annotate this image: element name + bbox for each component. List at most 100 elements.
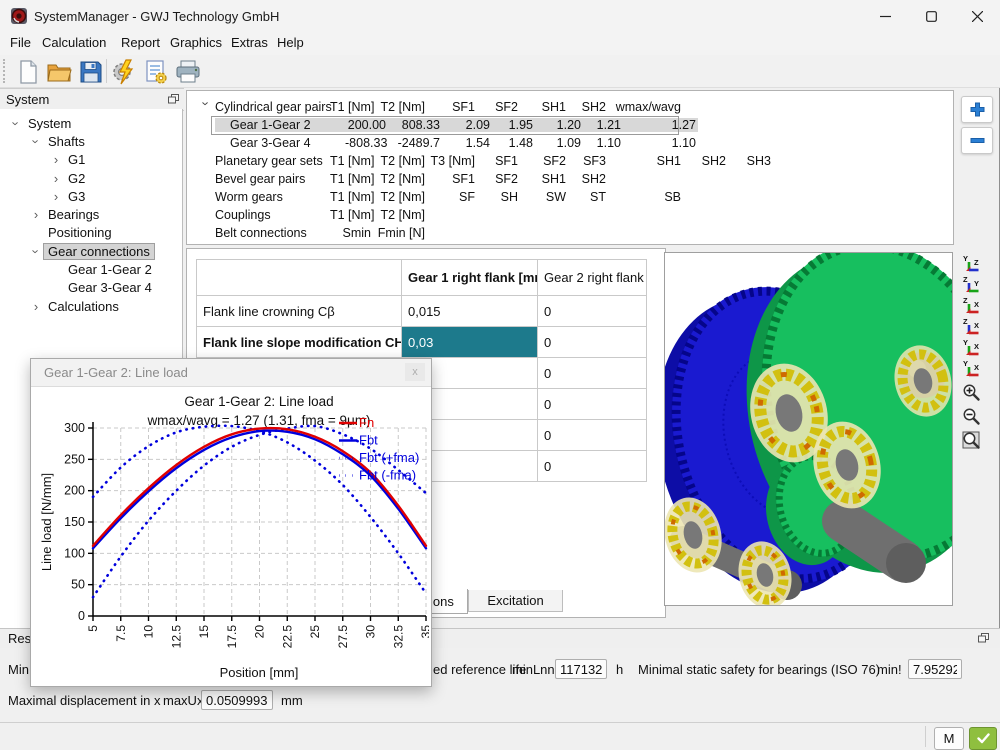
gear-table-row[interactable]: ›Cylindrical gear pairsT1 [Nm]T2 [Nm]SF1… (196, 98, 946, 116)
save-button[interactable] (77, 58, 104, 85)
calculation-ok-button[interactable] (969, 727, 997, 750)
mod-gear2-cell[interactable]: 0 (538, 327, 647, 358)
chevron-down-icon[interactable]: › (29, 243, 44, 259)
tree-item-gear-connections[interactable]: ›Gear connections (0, 242, 182, 260)
gear-table-row[interactable]: Gear 3-Gear 4-808.33-2489.71.541.481.091… (196, 134, 946, 152)
svg-text:35: 35 (419, 625, 429, 639)
result-minlnn-unit: h (616, 662, 623, 677)
minimize-button[interactable] (862, 0, 908, 32)
maxux-field[interactable] (201, 690, 273, 710)
tree-item-gear-3-gear-4[interactable]: Gear 3-Gear 4 (0, 279, 182, 297)
svg-text:10: 10 (142, 625, 156, 639)
gear-table-row[interactable]: Worm gearsT1 [Nm]T2 [Nm]SFSHSWSTSB (196, 188, 946, 206)
gear-row-cell: SH2 (568, 172, 608, 186)
gear-row-cell: T1 [Nm] (330, 190, 373, 204)
result-minlnn-symbol: minLnn (512, 662, 555, 677)
tree-item-g2[interactable]: ›G2 (0, 169, 182, 187)
maximize-button[interactable] (908, 0, 954, 32)
mod-gear2-cell[interactable]: 0 (538, 358, 647, 389)
float-panel-icon[interactable] (168, 94, 179, 104)
3d-viewport[interactable] (664, 252, 953, 606)
print-button[interactable] (174, 58, 201, 85)
gear-row-cell: SF1 (427, 100, 477, 114)
view-zx-button[interactable]: ZX (958, 295, 984, 315)
tree-item-label: Positioning (44, 225, 116, 240)
chevron-right-icon[interactable]: › (48, 171, 64, 186)
chevron-right-icon[interactable]: › (28, 299, 44, 314)
gear-row-cell: SW (520, 190, 568, 204)
chevron-right-icon[interactable]: › (48, 189, 64, 204)
remove-gear-pair-button[interactable] (961, 127, 993, 154)
new-document-button[interactable] (14, 58, 41, 85)
chevron-right-icon[interactable]: › (28, 207, 44, 222)
report-button[interactable] (142, 58, 169, 85)
mod-gear1-cell[interactable]: 0,015 (402, 296, 538, 327)
tree-item-bearings[interactable]: ›Bearings (0, 205, 182, 223)
line-load-chart: Gear 1-Gear 2: Line load wmax/wavg = 1.2… (31, 387, 429, 685)
view-zy-button[interactable]: ZY (958, 274, 984, 294)
gear-table-row[interactable]: Gear 1-Gear 2200.00808.332.091.951.201.2… (196, 116, 946, 134)
mod-gear2-cell[interactable]: 0 (538, 420, 647, 451)
mod-gear2-cell[interactable]: 0 (538, 389, 647, 420)
calculate-button[interactable] (110, 58, 137, 85)
tree-item-gear-1-gear-2[interactable]: Gear 1-Gear 2 (0, 260, 182, 278)
open-file-button[interactable] (46, 58, 73, 85)
chevron-down-icon[interactable]: › (29, 133, 44, 149)
tree-item-calculations[interactable]: ›Calculations (0, 297, 182, 315)
toolbar-grip[interactable] (3, 59, 8, 83)
menu-file[interactable]: File (10, 35, 31, 50)
gear-table-row[interactable]: Planetary gear setsT1 [Nm]T2 [Nm]T3 [Nm]… (196, 152, 946, 170)
view-yz-button[interactable]: YZ (958, 253, 984, 273)
gear-row-cell: SH (477, 190, 520, 204)
line-load-window-titlebar[interactable]: Gear 1-Gear 2: Line load x (31, 359, 431, 387)
static-safety-field[interactable] (908, 659, 962, 679)
mod-gear2-cell[interactable]: 0 (538, 451, 647, 482)
close-button[interactable] (954, 0, 1000, 32)
tree-item-g3[interactable]: ›G3 (0, 187, 182, 205)
menu-extras[interactable]: Extras (231, 35, 268, 50)
view-yx-back-button[interactable]: YX (958, 337, 984, 357)
tree-item-shafts[interactable]: ›Shafts (0, 132, 182, 150)
chevron-down-icon[interactable]: › (199, 98, 213, 117)
save-icon (80, 61, 102, 83)
zoom-in-icon (962, 383, 981, 402)
svg-text:200: 200 (64, 484, 85, 498)
mod-gear1-cell[interactable]: 0,03 (402, 327, 538, 358)
gear-row-cell: SF1 (477, 154, 520, 168)
tree-item-positioning[interactable]: Positioning (0, 224, 182, 242)
menu-report[interactable]: Report (121, 35, 160, 50)
view-yx-button[interactable]: YX (958, 358, 984, 378)
tree-item-g1[interactable]: ›G1 (0, 151, 182, 169)
gear-row-name: Gear 1-Gear 2 (215, 118, 345, 132)
svg-text:Z: Z (974, 258, 979, 267)
gear-table-row[interactable]: Belt connectionsSminFmin [N] (196, 224, 946, 242)
zoom-fit-button[interactable] (958, 430, 984, 450)
units-mode-button[interactable]: M (934, 727, 964, 750)
zoom-out-button[interactable] (958, 406, 984, 426)
plus-icon (970, 102, 985, 117)
view-zx-back-button[interactable]: ZX (958, 316, 984, 336)
close-icon (972, 11, 983, 22)
result-maxux-unit: mm (281, 693, 303, 708)
gear-row-cell: SF2 (477, 172, 520, 186)
add-gear-pair-button[interactable] (961, 96, 993, 123)
tree-item-system[interactable]: ›System (0, 114, 182, 132)
gear-table-row[interactable]: CouplingsT1 [Nm]T2 [Nm] (196, 206, 946, 224)
gear-table-row[interactable]: Bevel gear pairsT1 [Nm]T2 [Nm]SF1SF2SH1S… (196, 170, 946, 188)
menu-help[interactable]: Help (277, 35, 304, 50)
gear-row-cell: T1 [Nm] (330, 154, 373, 168)
line-load-window[interactable]: Gear 1-Gear 2: Line load x Gear 1-Gear 2… (30, 358, 432, 687)
menu-graphics[interactable]: Graphics (170, 35, 222, 50)
float-results-icon[interactable] (978, 633, 989, 643)
zoom-in-button[interactable] (958, 382, 984, 402)
minlnn-field[interactable] (555, 659, 607, 679)
gear-row-name: Worm gears (215, 190, 330, 204)
legend-label: Fn (359, 415, 374, 430)
menu-calculation[interactable]: Calculation (42, 35, 106, 50)
chevron-down-icon[interactable]: › (9, 115, 24, 131)
mod-gear2-cell[interactable]: 0 (538, 296, 647, 327)
line-load-window-close-button[interactable]: x (405, 363, 425, 381)
tab-excitation[interactable]: Excitation (468, 590, 563, 612)
gear-row-name: Cylindrical gear pairs (215, 100, 330, 114)
chevron-right-icon[interactable]: › (48, 152, 64, 167)
